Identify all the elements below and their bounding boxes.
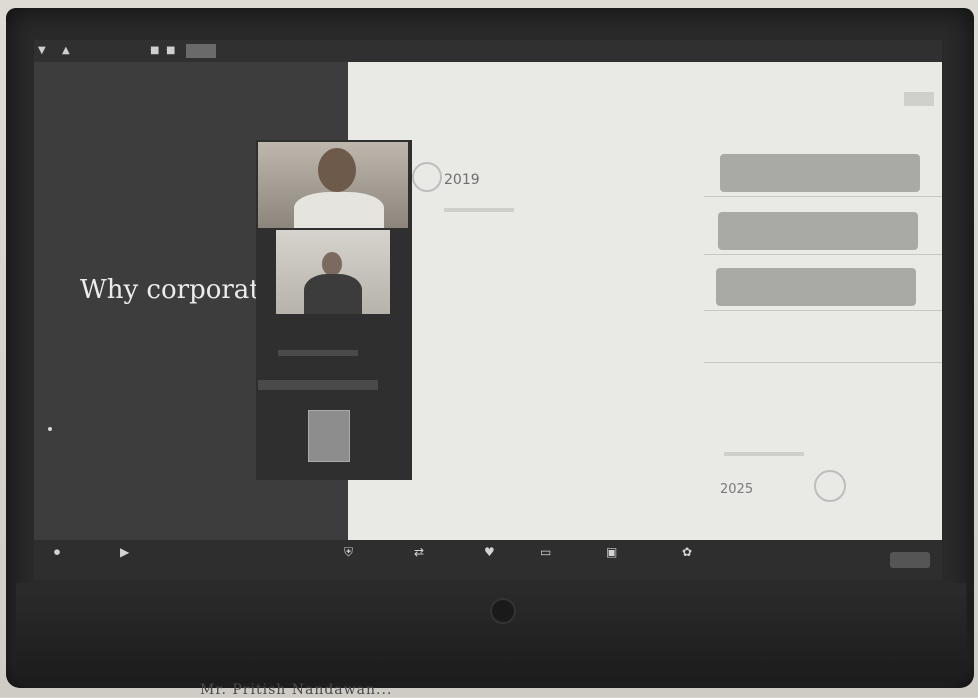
divider-line [704, 310, 942, 311]
view-icon: ■ [150, 45, 160, 56]
meeting-top-bar: ▼ ▲ ■ ■ [34, 40, 942, 76]
timeline-end-circle [814, 470, 846, 502]
participant-shirt [304, 274, 362, 314]
chat-button[interactable]: ♥ [484, 544, 495, 560]
photo-caption: Mr. Pritish Nandawan... [200, 682, 393, 698]
mute-button[interactable]: ⏺ [54, 544, 60, 560]
participant-shirt [294, 192, 384, 228]
divider-line [704, 196, 942, 197]
bullet-dot [48, 427, 52, 431]
participant-name-bar [278, 350, 358, 356]
shared-slide-main: 2019 2025 [348, 62, 942, 540]
participant-face [322, 252, 342, 276]
security-button[interactable]: ⛨ [344, 544, 353, 560]
people-icon: ⇄ [414, 545, 425, 559]
laptop-bezel [16, 583, 966, 683]
record-button[interactable]: ▣ [606, 544, 617, 560]
timeline-box-2 [718, 212, 918, 250]
webcam-icon [490, 598, 516, 624]
laptop-screen: ▼ ▲ ■ ■ ✕ Why corporate? 2019 2025 [34, 40, 942, 580]
timeline-end-caption [724, 452, 804, 456]
camera-icon: ▶ [120, 545, 130, 559]
divider-line [704, 254, 942, 255]
timeline-box-1 [720, 154, 920, 192]
participants-button[interactable]: ⇄ [414, 544, 424, 560]
record-icon: ▣ [606, 545, 618, 559]
timeline-box-3 [716, 268, 916, 306]
microphone-icon: ⏺ [54, 545, 61, 559]
timeline-start-caption [444, 208, 514, 212]
grid-icon: ■ [166, 45, 176, 56]
video-button[interactable]: ▶ [120, 544, 129, 560]
timeline-start-year: 2019 [444, 172, 480, 188]
participant-video-1[interactable] [258, 142, 408, 228]
timeline-end-year: 2025 [720, 482, 754, 497]
participant-face [318, 148, 356, 192]
reaction-icon: ✿ [682, 545, 693, 559]
end-meeting-button[interactable] [890, 552, 930, 568]
participant-avatar[interactable] [308, 410, 350, 462]
share-icon: ▭ [540, 545, 552, 559]
shield-icon: ⛨ [344, 545, 354, 559]
share-screen-button[interactable]: ▭ [540, 544, 551, 560]
top-bar-chip[interactable] [186, 44, 216, 58]
shield-icon: ▼ [38, 45, 46, 56]
meeting-toolbar: ⏺ ▶ ⛨ ⇄ ♥ ▭ ▣ ✿ [34, 540, 942, 580]
divider-line [704, 362, 942, 363]
signal-icon: ▲ [62, 45, 70, 56]
participant-name-bar [258, 380, 378, 390]
participant-video-2[interactable] [276, 230, 390, 314]
slide-corner-badge [904, 92, 934, 106]
chat-icon: ♥ [484, 545, 495, 559]
reactions-button[interactable]: ✿ [682, 544, 692, 560]
participants-panel [256, 140, 412, 480]
timeline-start-circle [412, 162, 442, 192]
